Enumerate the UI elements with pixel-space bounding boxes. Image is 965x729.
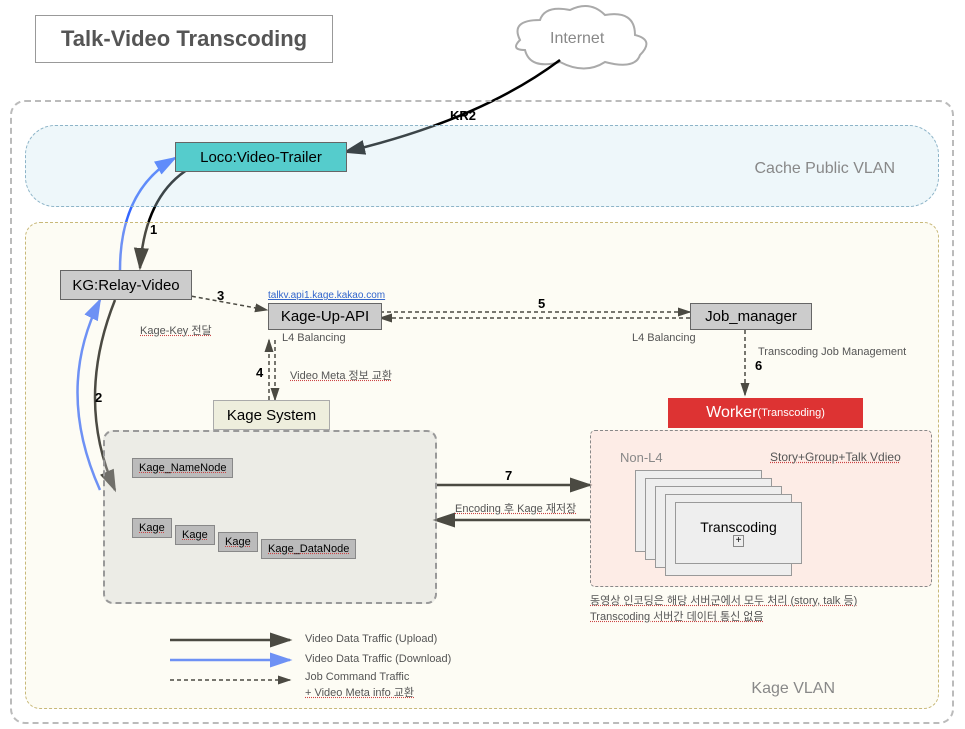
box-kage-up-api: Kage-Up-API	[268, 303, 382, 330]
transcode-box: Transcoding +	[675, 502, 802, 564]
footer-1: 동영상 인코딩은 해당 서버군에서 모두 처리 (story, talk 등)	[590, 592, 857, 608]
num-5: 5	[538, 296, 545, 311]
story-group: Story+Group+Talk Vdieo	[770, 450, 901, 464]
non-l4: Non-L4	[620, 450, 663, 465]
datanode-3: Kage	[218, 532, 258, 552]
l4-balancing-2: L4 Balancing	[632, 332, 696, 344]
plus-icon: +	[733, 535, 745, 547]
transcoding-job-mgmt: Transcoding Job Management	[758, 346, 906, 358]
legend-upload: Video Data Traffic (Upload)	[305, 633, 437, 645]
num-3: 3	[217, 288, 224, 303]
num-6: 6	[755, 358, 762, 373]
l4-balancing-1: L4 Balancing	[282, 332, 346, 344]
cache-vlan-label: Cache Public VLAN	[754, 160, 895, 178]
kage-key-label: Kage-Key 전달	[140, 322, 212, 338]
box-job-manager: Job_manager	[690, 303, 812, 330]
datanode-2: Kage	[175, 525, 215, 545]
box-loco: Loco:Video-Trailer	[175, 142, 347, 172]
num-7: 7	[505, 468, 512, 483]
cloud-label: Internet	[550, 30, 604, 48]
box-kg-relay: KG:Relay-Video	[60, 270, 192, 300]
kage-vlan-label: Kage VLAN	[751, 680, 835, 698]
legend-job2: + Video Meta info 교환	[305, 684, 414, 700]
kr2-label: KR2	[450, 108, 476, 123]
legend-download: Video Data Traffic (Download)	[305, 653, 451, 665]
box-worker: Worker(Transcoding)	[668, 398, 863, 428]
legend-job: Job Command Traffic	[305, 671, 409, 683]
num-1: 1	[150, 222, 157, 237]
kage-up-url: talkv.api1.kage.kakao.com	[268, 290, 385, 301]
page-title: Talk-Video Transcoding	[35, 15, 333, 63]
worker-sub: (Transcoding)	[757, 407, 824, 419]
transcoding-label: Transcoding	[700, 519, 777, 535]
num-4: 4	[256, 365, 263, 380]
num-2: 2	[95, 390, 102, 405]
kage-system-zone	[103, 430, 437, 604]
datanode-4: Kage_DataNode	[261, 539, 356, 559]
worker-label: Worker	[706, 404, 757, 422]
footer-2: Transcoding 서버간 데이터 통신 없음	[590, 608, 764, 624]
namenode: Kage_NameNode	[132, 458, 233, 478]
encoding-restore-label: Encoding 후 Kage 재저장	[455, 500, 576, 516]
box-kage-system: Kage System	[213, 400, 330, 430]
datanode-1: Kage	[132, 518, 172, 538]
video-meta-label: Video Meta 정보 교환	[290, 367, 392, 383]
